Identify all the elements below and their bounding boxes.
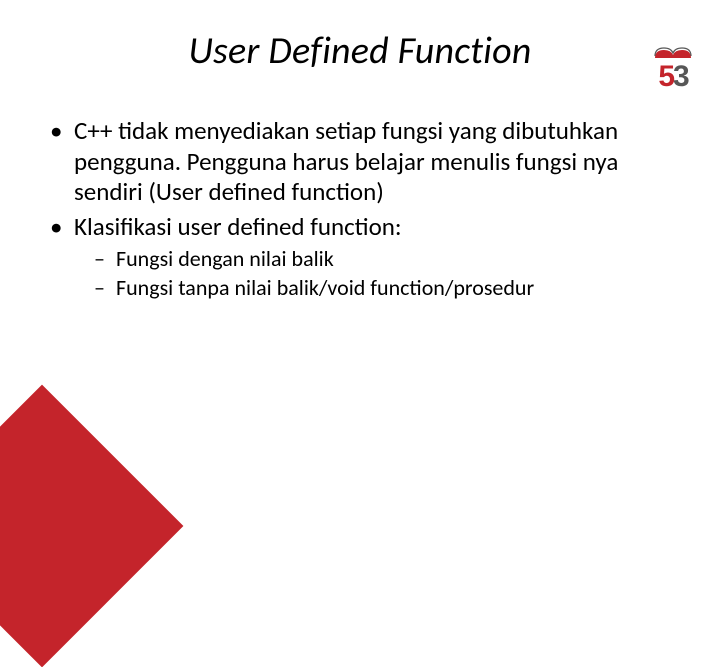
slide-content: C++ tidak menyediakan setiap fungsi yang… (48, 116, 672, 302)
sub-bullet-text: Fungsi tanpa nilai balik/void function/p… (116, 274, 534, 301)
book-icon (654, 44, 692, 60)
bullet-item: Klasifikasi user defined function: Fungs… (48, 212, 672, 302)
institution-logo: 53 (648, 44, 698, 92)
logo-text: 53 (648, 62, 698, 92)
sub-bullet-text: Fungsi dengan nilai balik (116, 245, 334, 272)
logo-glyph-2: 3 (673, 62, 688, 92)
bullet-list: C++ tidak menyediakan setiap fungsi yang… (48, 116, 672, 302)
sub-bullet-item: Fungsi tanpa nilai balik/void function/p… (94, 275, 672, 302)
decorative-corner (0, 385, 183, 667)
bullet-text: Klasifikasi user defined function: (74, 211, 402, 242)
bullet-text: C++ tidak menyediakan setiap fungsi yang… (74, 115, 618, 207)
sub-bullet-list: Fungsi dengan nilai balik Fungsi tanpa n… (74, 246, 672, 302)
sub-bullet-item: Fungsi dengan nilai balik (94, 246, 672, 273)
slide-title: User Defined Function (0, 28, 720, 74)
bullet-item: C++ tidak menyediakan setiap fungsi yang… (48, 116, 672, 208)
logo-glyph-1: 5 (658, 62, 673, 92)
